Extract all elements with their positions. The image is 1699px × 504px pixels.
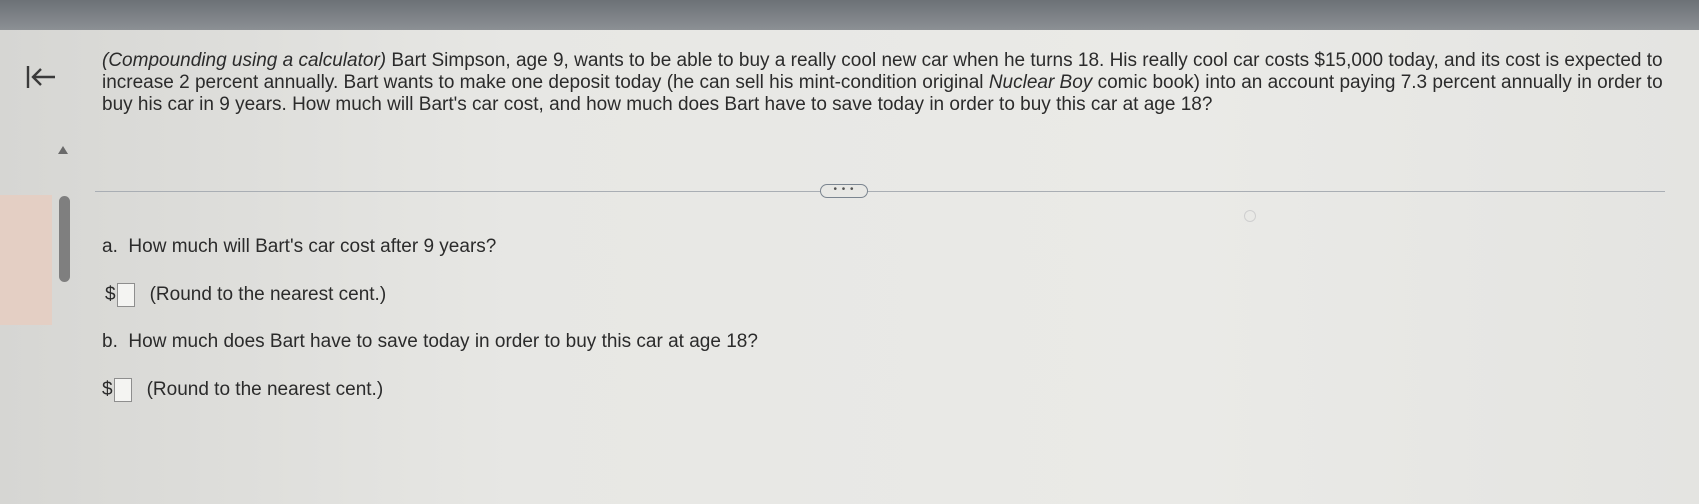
triangle-up-icon[interactable]	[57, 142, 69, 154]
part-a-question: How much will Bart's car cost after 9 ye…	[128, 236, 497, 257]
scrollbar-thumb[interactable]	[59, 196, 70, 282]
part-b-prompt: b. How much does Bart have to save today…	[102, 331, 758, 353]
part-a-label: a.	[102, 236, 118, 257]
part-a-hint: (Round to the nearest cent.)	[149, 284, 387, 305]
section-divider	[95, 191, 1665, 192]
part-b-hint: (Round to the nearest cent.)	[146, 379, 384, 400]
back-to-start-icon	[26, 66, 55, 88]
part-a-answer-row: $ (Round to the nearest cent.)	[105, 282, 386, 308]
part-a-answer-input[interactable]	[116, 283, 135, 307]
back-to-start-button[interactable]	[24, 62, 58, 92]
part-a-prompt: a. How much will Bart's car cost after 9…	[102, 236, 496, 258]
cursor-indicator	[1244, 210, 1256, 222]
expand-button[interactable]: • • •	[820, 184, 868, 198]
currency-symbol: $	[102, 379, 113, 400]
currency-symbol: $	[105, 284, 116, 305]
part-b-label: b.	[102, 331, 118, 352]
left-accent-panel	[0, 195, 52, 325]
question-lead: (Compounding using a calculator)	[102, 50, 387, 71]
part-b-answer-input[interactable]	[113, 378, 132, 402]
comic-title: Nuclear Boy	[988, 72, 1093, 93]
browser-top-bar	[0, 0, 1699, 30]
question-text: (Compounding using a calculator) Bart Si…	[102, 50, 1672, 116]
part-b-answer-row: $ (Round to the nearest cent.)	[102, 377, 383, 403]
part-b-question: How much does Bart have to save today in…	[128, 331, 758, 352]
